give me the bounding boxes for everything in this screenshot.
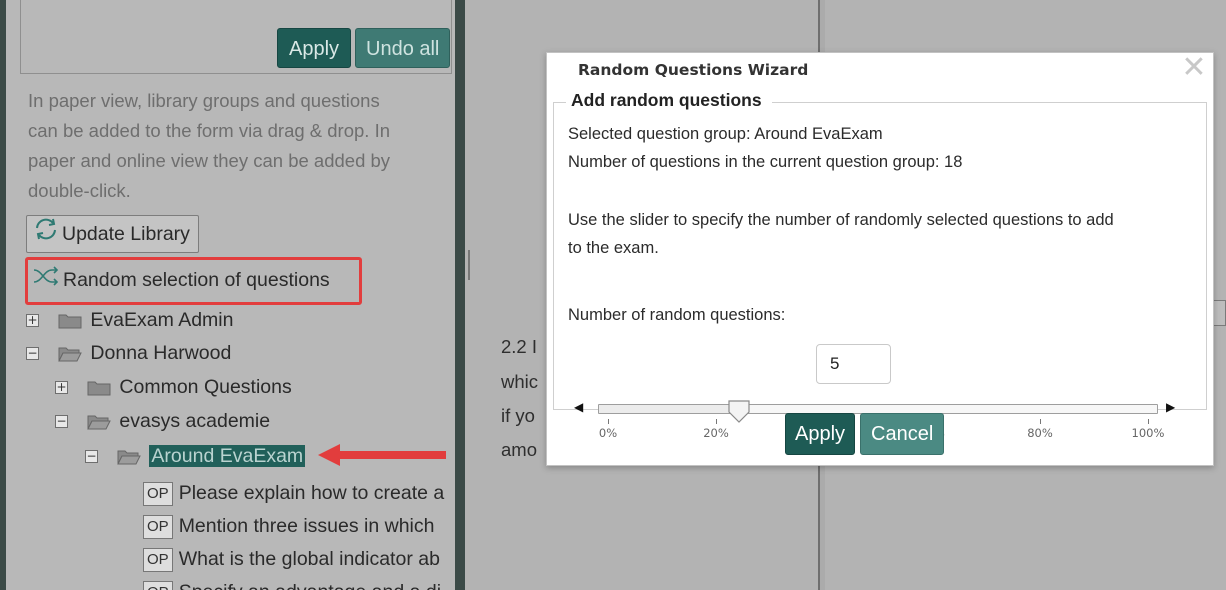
folder-icon [87, 379, 111, 396]
filter-apply-button[interactable]: Apply [277, 28, 352, 68]
question-text: Mention three issues in which [178, 515, 435, 537]
info-line: double-click. [28, 180, 131, 201]
refresh-icon [33, 217, 59, 253]
tick-label: 20% [703, 426, 729, 440]
library-panel: Apply Undo all In paper view, library gr… [0, 0, 455, 590]
tree-node-label: evasys academie [119, 410, 271, 432]
folder-open-icon [58, 345, 83, 362]
tree-node-label: Donna Harwood [90, 342, 232, 364]
tree-node-donna-harwood[interactable]: − Donna Harwood [26, 338, 231, 368]
document-text: whic [501, 371, 539, 392]
slider-right-arrow-icon[interactable]: ▶ [1166, 400, 1175, 414]
document-text: amo [501, 439, 537, 460]
add-random-questions-group: Add random questions Selected question g… [553, 90, 1207, 440]
undo-all-button[interactable]: Undo all [355, 28, 451, 68]
red-arrow-icon [318, 440, 450, 475]
collapse-icon[interactable]: − [85, 450, 98, 464]
library-info-text: In paper view, library groups and questi… [28, 86, 448, 206]
update-library-button[interactable]: Update Library [26, 215, 199, 253]
document-text: 2.2 I [501, 336, 537, 357]
update-library-label: Update Library [62, 223, 190, 245]
tick-mark [1039, 419, 1041, 424]
tree-node-label: Common Questions [119, 376, 292, 398]
tree-node-common-questions[interactable]: + Common Questions [55, 372, 292, 402]
collapse-icon[interactable]: − [26, 347, 39, 361]
tick-mark [715, 419, 717, 424]
op-badge: OP [143, 547, 173, 572]
tick-label: 100% [1131, 426, 1165, 440]
slider-hint-text: to the exam. [568, 239, 659, 257]
random-selection-button[interactable]: Random selection of questions [28, 262, 338, 300]
shuffle-icon [32, 263, 60, 299]
tree-node-around-evaexam[interactable]: − Around EvaExam [85, 441, 306, 471]
tick-mark [1147, 419, 1149, 424]
scroll-handle[interactable] [1213, 300, 1226, 326]
dialog-apply-button[interactable]: Apply [785, 413, 856, 455]
tree-node-evaexam-admin[interactable]: + EvaExam Admin [26, 305, 233, 335]
op-badge: OP [143, 481, 173, 506]
slider-tick: 80% [1015, 419, 1065, 440]
slider-tick: 20% [691, 419, 741, 440]
panel-splitter[interactable] [455, 0, 465, 590]
random-selection-label: Random selection of questions [63, 269, 330, 291]
tick-label: 80% [1027, 426, 1053, 440]
document-text: if yo [501, 405, 535, 426]
random-count-label: Number of random questions: [568, 306, 786, 324]
question-item[interactable]: OP What is the global indicator ab [143, 544, 440, 574]
question-item[interactable]: OP Please explain how to create a [143, 478, 444, 508]
tree-node-label: EvaExam Admin [90, 309, 234, 331]
info-line: In paper view, library groups and questi… [28, 90, 380, 111]
question-text: What is the global indicator ab [178, 548, 440, 570]
drag-grip[interactable] [468, 250, 470, 280]
op-badge: OP [143, 580, 173, 590]
slider-fill [599, 405, 739, 413]
dialog-cancel-button[interactable]: Cancel [860, 413, 945, 455]
filter-box: Apply Undo all [20, 0, 452, 74]
tick-label: 0% [598, 426, 618, 440]
group-legend: Add random questions [566, 90, 772, 111]
dialog-title: Random Questions Wizard [578, 61, 809, 79]
question-text: Please explain how to create a [178, 482, 445, 504]
folder-open-icon [87, 413, 112, 430]
slider-tick: 0% [583, 419, 633, 440]
question-text: Specify an advantage and a di [179, 581, 441, 590]
question-count-text: Number of questions in the current quest… [568, 153, 963, 171]
close-icon[interactable]: ✕ [1180, 53, 1208, 83]
collapse-icon[interactable]: − [55, 415, 68, 429]
info-line: paper and online view they can be added … [28, 150, 391, 171]
slider-left-arrow-icon[interactable]: ◀ [574, 400, 583, 414]
expand-icon[interactable]: + [26, 314, 39, 328]
question-item[interactable]: OP Specify an advantage and a di [143, 577, 441, 590]
folder-open-icon [117, 448, 142, 465]
tick-mark [607, 419, 609, 424]
slider-tick: 100% [1123, 419, 1173, 440]
slider-hint-text: Use the slider to specify the number of … [568, 211, 1114, 229]
info-line: can be added to the form via drag & drop… [28, 120, 391, 141]
op-badge: OP [143, 514, 173, 539]
random-count-input[interactable] [816, 344, 891, 384]
folder-icon [58, 312, 82, 329]
question-item[interactable]: OP Mention three issues in which [143, 511, 434, 541]
expand-icon[interactable]: + [55, 381, 68, 395]
tree-node-evasys-academie[interactable]: − evasys academie [55, 406, 270, 436]
selected-node-label: Around EvaExam [149, 445, 306, 467]
random-questions-dialog: Random Questions Wizard ✕ Add random que… [546, 52, 1214, 466]
selected-group-text: Selected question group: Around EvaExam [568, 125, 883, 143]
